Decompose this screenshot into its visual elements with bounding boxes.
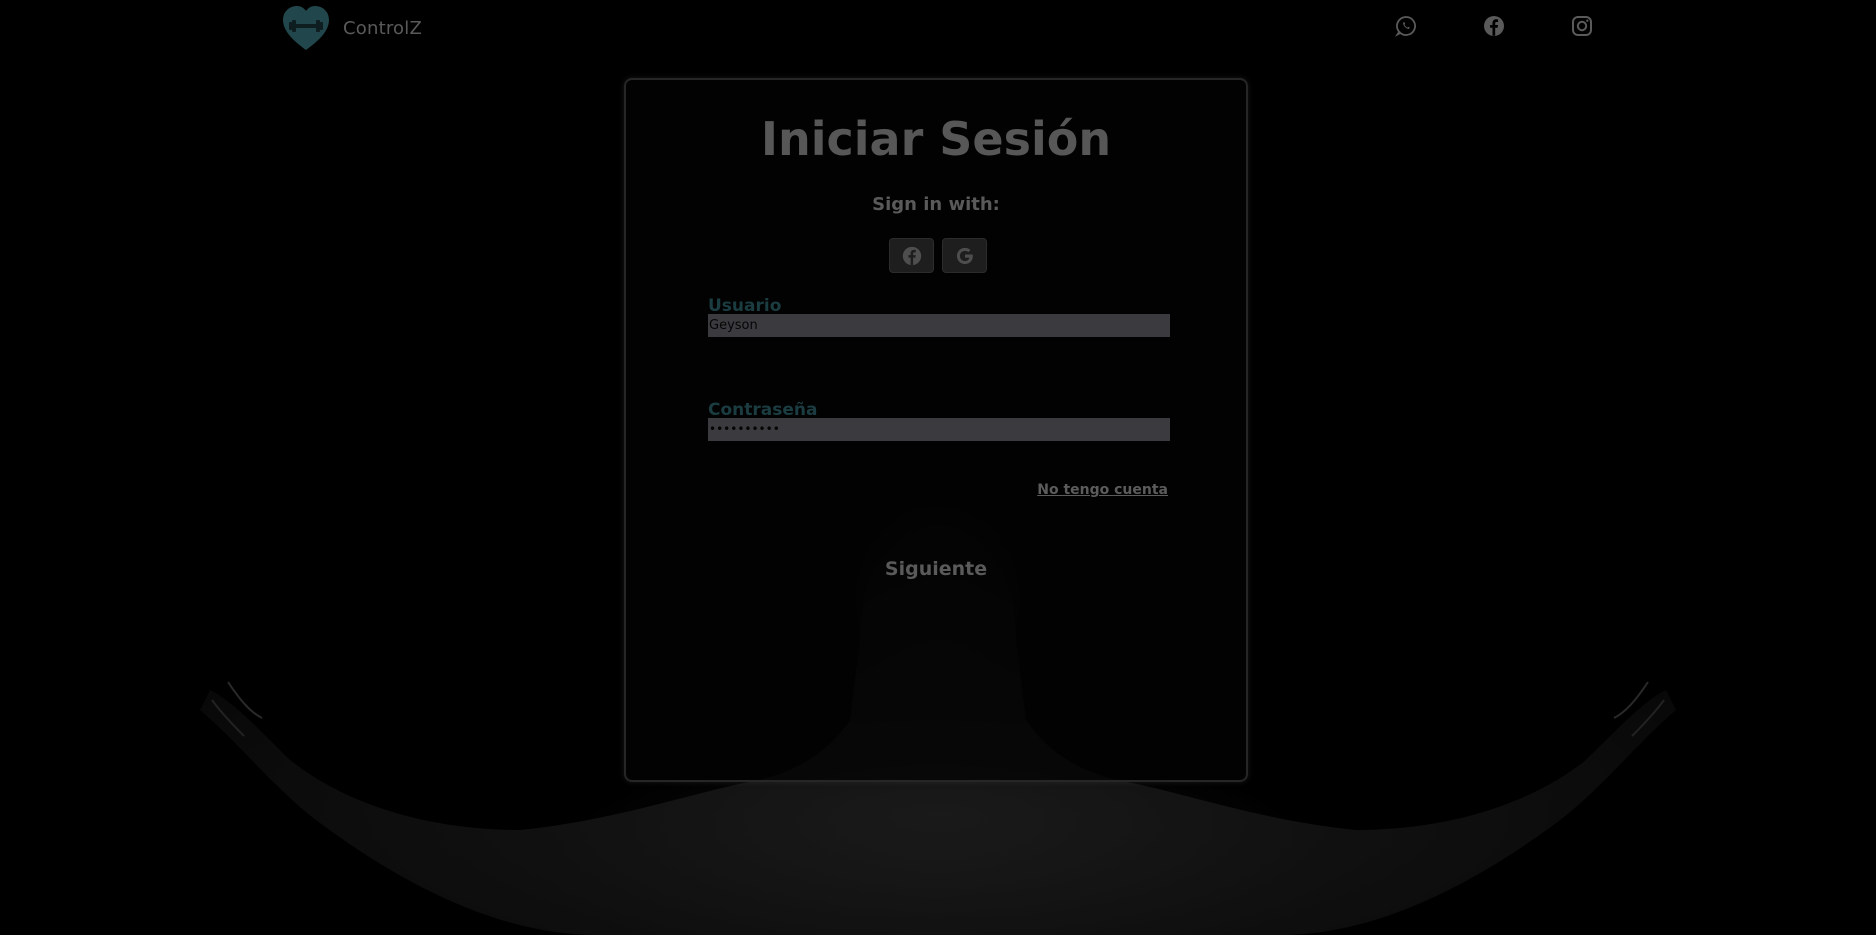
brand-logo-icon (283, 6, 329, 50)
login-card: Iniciar Sesión Sign in with: Usuario Con… (624, 78, 1248, 782)
brand-name: ControlZ (343, 17, 422, 39)
password-input[interactable] (708, 418, 1170, 441)
facebook-icon (902, 246, 921, 265)
instagram-link[interactable] (1570, 14, 1594, 38)
login-page: ControlZ Iniciar Sesión Sign in with: Us… (0, 0, 1876, 935)
facebook-link[interactable] (1482, 14, 1506, 38)
next-button[interactable]: Siguiente (858, 548, 1014, 590)
register-link[interactable]: No tengo cuenta (1037, 482, 1168, 498)
username-input[interactable] (708, 314, 1170, 337)
whatsapp-icon (1394, 16, 1416, 37)
password-label: Contraseña (708, 400, 818, 420)
username-label: Usuario (708, 296, 782, 316)
sign-in-with-label: Sign in with: (872, 194, 1000, 215)
brand[interactable]: ControlZ (281, 4, 422, 52)
top-navbar: ControlZ (0, 0, 1876, 56)
facebook-icon (1484, 16, 1504, 36)
google-icon (956, 247, 973, 264)
whatsapp-link[interactable] (1394, 14, 1418, 38)
instagram-icon (1572, 16, 1592, 36)
facebook-signin-button[interactable] (889, 238, 934, 273)
google-signin-button[interactable] (942, 238, 987, 273)
page-title: Iniciar Sesión (760, 112, 1112, 166)
